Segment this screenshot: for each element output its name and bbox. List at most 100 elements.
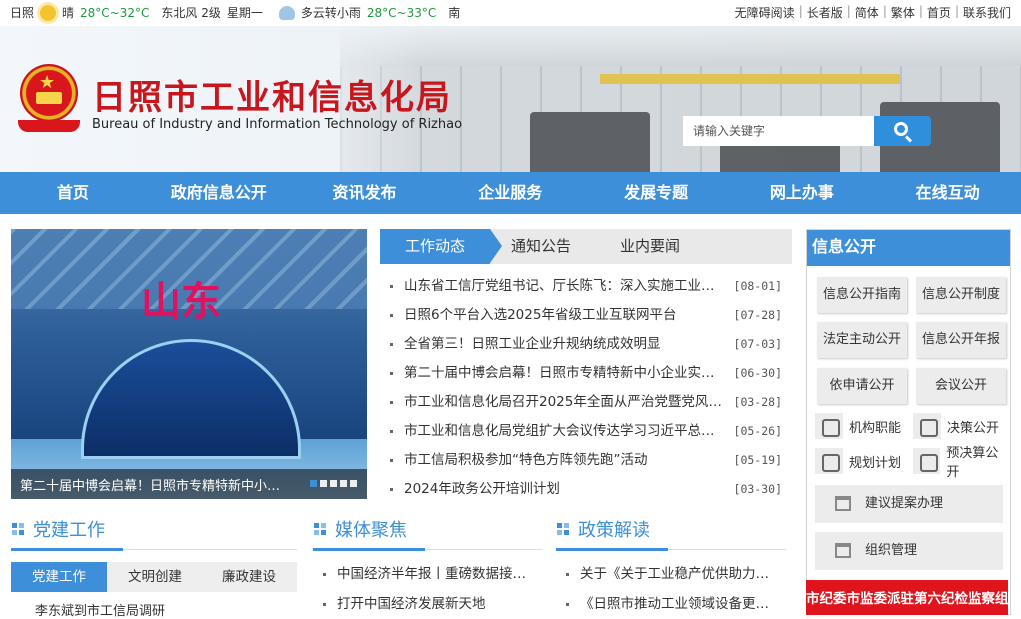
search-button[interactable] bbox=[874, 116, 931, 146]
carousel-pager bbox=[310, 480, 357, 487]
carousel-dot[interactable] bbox=[320, 480, 327, 487]
divider: | bbox=[882, 4, 887, 18]
news-tabs: 工作动态 通知公告 业内要闻 bbox=[380, 229, 792, 264]
nav-item-topics[interactable]: 发展专题 bbox=[583, 172, 729, 214]
news-item[interactable]: 市工业和信息化局党组扩大会议传达学习习近平总书记重要讲话 [05-26] bbox=[380, 417, 792, 446]
search-icon-handle bbox=[904, 135, 913, 143]
section-underline bbox=[11, 548, 123, 551]
bullet bbox=[390, 314, 393, 317]
party-tabs: 党建工作 文明创建 廉政建设 bbox=[11, 562, 297, 592]
carousel-caption-bar: 第二十届中博会启幕！日照市专精特新中小企业实力“圈粉” bbox=[11, 469, 367, 499]
calendar-icon bbox=[835, 496, 851, 511]
news-item[interactable]: 2024年政务公开培训计划 [03-30] bbox=[380, 475, 792, 504]
news-date: [07-03] bbox=[733, 337, 782, 351]
expo-booth bbox=[81, 339, 301, 459]
bullet bbox=[566, 603, 569, 606]
nav-item-gov-info[interactable]: 政府信息公开 bbox=[146, 172, 292, 214]
news-title[interactable]: 市工业和信息化局党组扩大会议传达学习习近平总书记重要讲话 bbox=[404, 417, 726, 446]
news-date: [08-01] bbox=[733, 279, 782, 293]
emblem-gate bbox=[36, 92, 62, 104]
nav-item-online-service[interactable]: 网上办事 bbox=[729, 172, 875, 214]
carousel-dot[interactable] bbox=[330, 480, 337, 487]
discipline-inspection-banner[interactable]: 市纪委市监委派驻第六纪检监察组 bbox=[806, 580, 1008, 615]
news-item[interactable]: 山东省工信厅党组书记、厅长陈飞：深入实施工业经济稳增长 [08-01] bbox=[380, 272, 792, 301]
news-title[interactable]: 全省第三！日照工业企业升规纳统成效明显 bbox=[404, 330, 726, 359]
proposal-handling-label: 建议提案办理 bbox=[865, 496, 944, 511]
policy-title[interactable]: 关于《关于工业稳产优供助力经济发展的若干措施》的解读 bbox=[580, 559, 780, 589]
media-title[interactable]: 中国经济半年报丨重磅数据接连发布 bbox=[337, 559, 537, 589]
news-title[interactable]: 山东省工信厅党组书记、厅长陈飞：深入实施工业经济稳增长 bbox=[404, 272, 726, 301]
news-title[interactable]: 市工业和信息化局召开2025年全面从严治党暨党风廉政建设工作会议 bbox=[404, 388, 726, 417]
news-item[interactable]: 全省第三！日照工业企业升规纳统成效明显 [07-03] bbox=[380, 330, 792, 359]
media-section-title: 媒体聚焦 bbox=[335, 520, 407, 541]
info-system-button[interactable]: 信息公开制度 bbox=[916, 277, 1006, 313]
apply-disclosure-button[interactable]: 依申请公开 bbox=[817, 368, 907, 404]
site-title[interactable]: 日照市工业和信息化局 bbox=[92, 70, 452, 119]
factory-roof bbox=[340, 26, 1021, 66]
policy-item[interactable]: 关于《关于工业稳产优供助力经济发展的若干措施》的解读 bbox=[556, 559, 786, 589]
bullet bbox=[390, 488, 393, 491]
news-title[interactable]: 第二十届中博会启幕！日照市专精特新中小企业实力“圈粉” bbox=[404, 359, 726, 388]
planning-link[interactable]: 规划计划 bbox=[815, 447, 901, 475]
accessibility-link[interactable]: 无障碍阅读 bbox=[735, 4, 795, 21]
carousel-dot[interactable] bbox=[310, 480, 317, 487]
news-item[interactable]: 市工信局积极参加“特色方阵领先跑”活动 [05-19] bbox=[380, 446, 792, 475]
bullet bbox=[390, 401, 393, 404]
budget-link[interactable]: 预决算公开 bbox=[913, 446, 1010, 480]
org-icon bbox=[815, 413, 843, 439]
search-icon bbox=[894, 122, 908, 136]
top-links: 无障碍阅读 | 长者版 | 简体 | 繁体 | 首页 | 联系我们 bbox=[735, 4, 1011, 21]
decision-disclosure-label: 决策公开 bbox=[947, 420, 1000, 436]
tab-notices[interactable]: 通知公告 bbox=[511, 229, 571, 264]
search-input[interactable] bbox=[683, 116, 875, 146]
info-guide-button[interactable]: 信息公开指南 bbox=[817, 277, 907, 313]
nav-item-interaction[interactable]: 在线互动 bbox=[875, 172, 1021, 214]
meeting-disclosure-button[interactable]: 会议公开 bbox=[916, 368, 1006, 404]
statutory-disclosure-button[interactable]: 法定主动公开 bbox=[817, 322, 907, 358]
org-management-button[interactable]: 组织管理 bbox=[815, 532, 1003, 570]
folder-icon bbox=[913, 413, 941, 439]
home-link[interactable]: 首页 bbox=[927, 4, 951, 21]
tab-integrity[interactable]: 廉政建设 bbox=[201, 562, 297, 592]
party-item[interactable]: 李东斌到市工信局调研 bbox=[11, 600, 297, 619]
news-title[interactable]: 2024年政务公开培训计划 bbox=[404, 475, 726, 504]
tab-industry-news[interactable]: 业内要闻 bbox=[620, 229, 680, 264]
today-temp: 28°C~32°C bbox=[80, 5, 150, 20]
section-underline bbox=[313, 548, 425, 551]
traditional-link[interactable]: 繁体 bbox=[891, 4, 915, 21]
org-functions-link[interactable]: 机构职能 bbox=[815, 412, 901, 440]
emblem-star-icon: ★ bbox=[39, 72, 56, 93]
news-title[interactable]: 日照6个平台入选2025年省级工业互联网平台 bbox=[404, 301, 726, 330]
simplified-link[interactable]: 简体 bbox=[855, 4, 879, 21]
bullet bbox=[323, 573, 326, 576]
contact-link[interactable]: 联系我们 bbox=[963, 4, 1011, 21]
elder-version-link[interactable]: 长者版 bbox=[807, 4, 843, 21]
news-title[interactable]: 市工信局积极参加“特色方阵领先跑”活动 bbox=[404, 446, 726, 475]
nav-item-news[interactable]: 资讯发布 bbox=[292, 172, 438, 214]
org-functions-label: 机构职能 bbox=[849, 420, 902, 436]
carousel-dot[interactable] bbox=[350, 480, 357, 487]
policy-section-title: 政策解读 bbox=[578, 520, 650, 541]
tab-work-news[interactable]: 工作动态 bbox=[380, 229, 502, 264]
national-emblem-icon: ★ bbox=[14, 60, 84, 136]
nav-item-home[interactable]: 首页 bbox=[0, 172, 146, 214]
carousel-dot[interactable] bbox=[340, 480, 347, 487]
news-item[interactable]: 市工业和信息化局召开2025年全面从严治党暨党风廉政建设工作会议 [03-28] bbox=[380, 388, 792, 417]
tab-civilization[interactable]: 文明创建 bbox=[107, 562, 203, 592]
nav-item-enterprise[interactable]: 企业服务 bbox=[437, 172, 583, 214]
news-carousel[interactable]: 山东 第二十届中博会启幕！日照市专精特新中小企业实力“圈粉” bbox=[11, 229, 367, 499]
weather-info: 日照 晴 28°C~32°C 东北风 2级 星期一 多云转小雨 28°C~33°… bbox=[10, 4, 460, 21]
weather-bar: 日照 晴 28°C~32°C 东北风 2级 星期一 多云转小雨 28°C~33°… bbox=[0, 0, 1021, 26]
site-header: ★ 日照市工业和信息化局 Bureau of Industry and Info… bbox=[0, 26, 1021, 172]
bullet bbox=[390, 459, 393, 462]
news-item[interactable]: 第二十届中博会启幕！日照市专精特新中小企业实力“圈粉” [06-30] bbox=[380, 359, 792, 388]
decision-disclosure-link[interactable]: 决策公开 bbox=[913, 412, 999, 440]
proposal-handling-button[interactable]: 建议提案办理 bbox=[815, 485, 1003, 523]
annual-report-button[interactable]: 信息公开年报 bbox=[916, 322, 1006, 358]
main-nav: 首页 政府信息公开 资讯发布 企业服务 发展专题 网上办事 在线互动 bbox=[0, 172, 1021, 214]
tab-party-work[interactable]: 党建工作 bbox=[11, 562, 107, 592]
city-label: 日照 bbox=[10, 6, 35, 20]
media-item[interactable]: 中国经济半年报丨重磅数据接连发布 bbox=[313, 559, 543, 589]
news-item[interactable]: 日照6个平台入选2025年省级工业互联网平台 [07-28] bbox=[380, 301, 792, 330]
carousel-caption[interactable]: 第二十届中博会启幕！日照市专精特新中小企业实力“圈粉” bbox=[20, 475, 290, 494]
